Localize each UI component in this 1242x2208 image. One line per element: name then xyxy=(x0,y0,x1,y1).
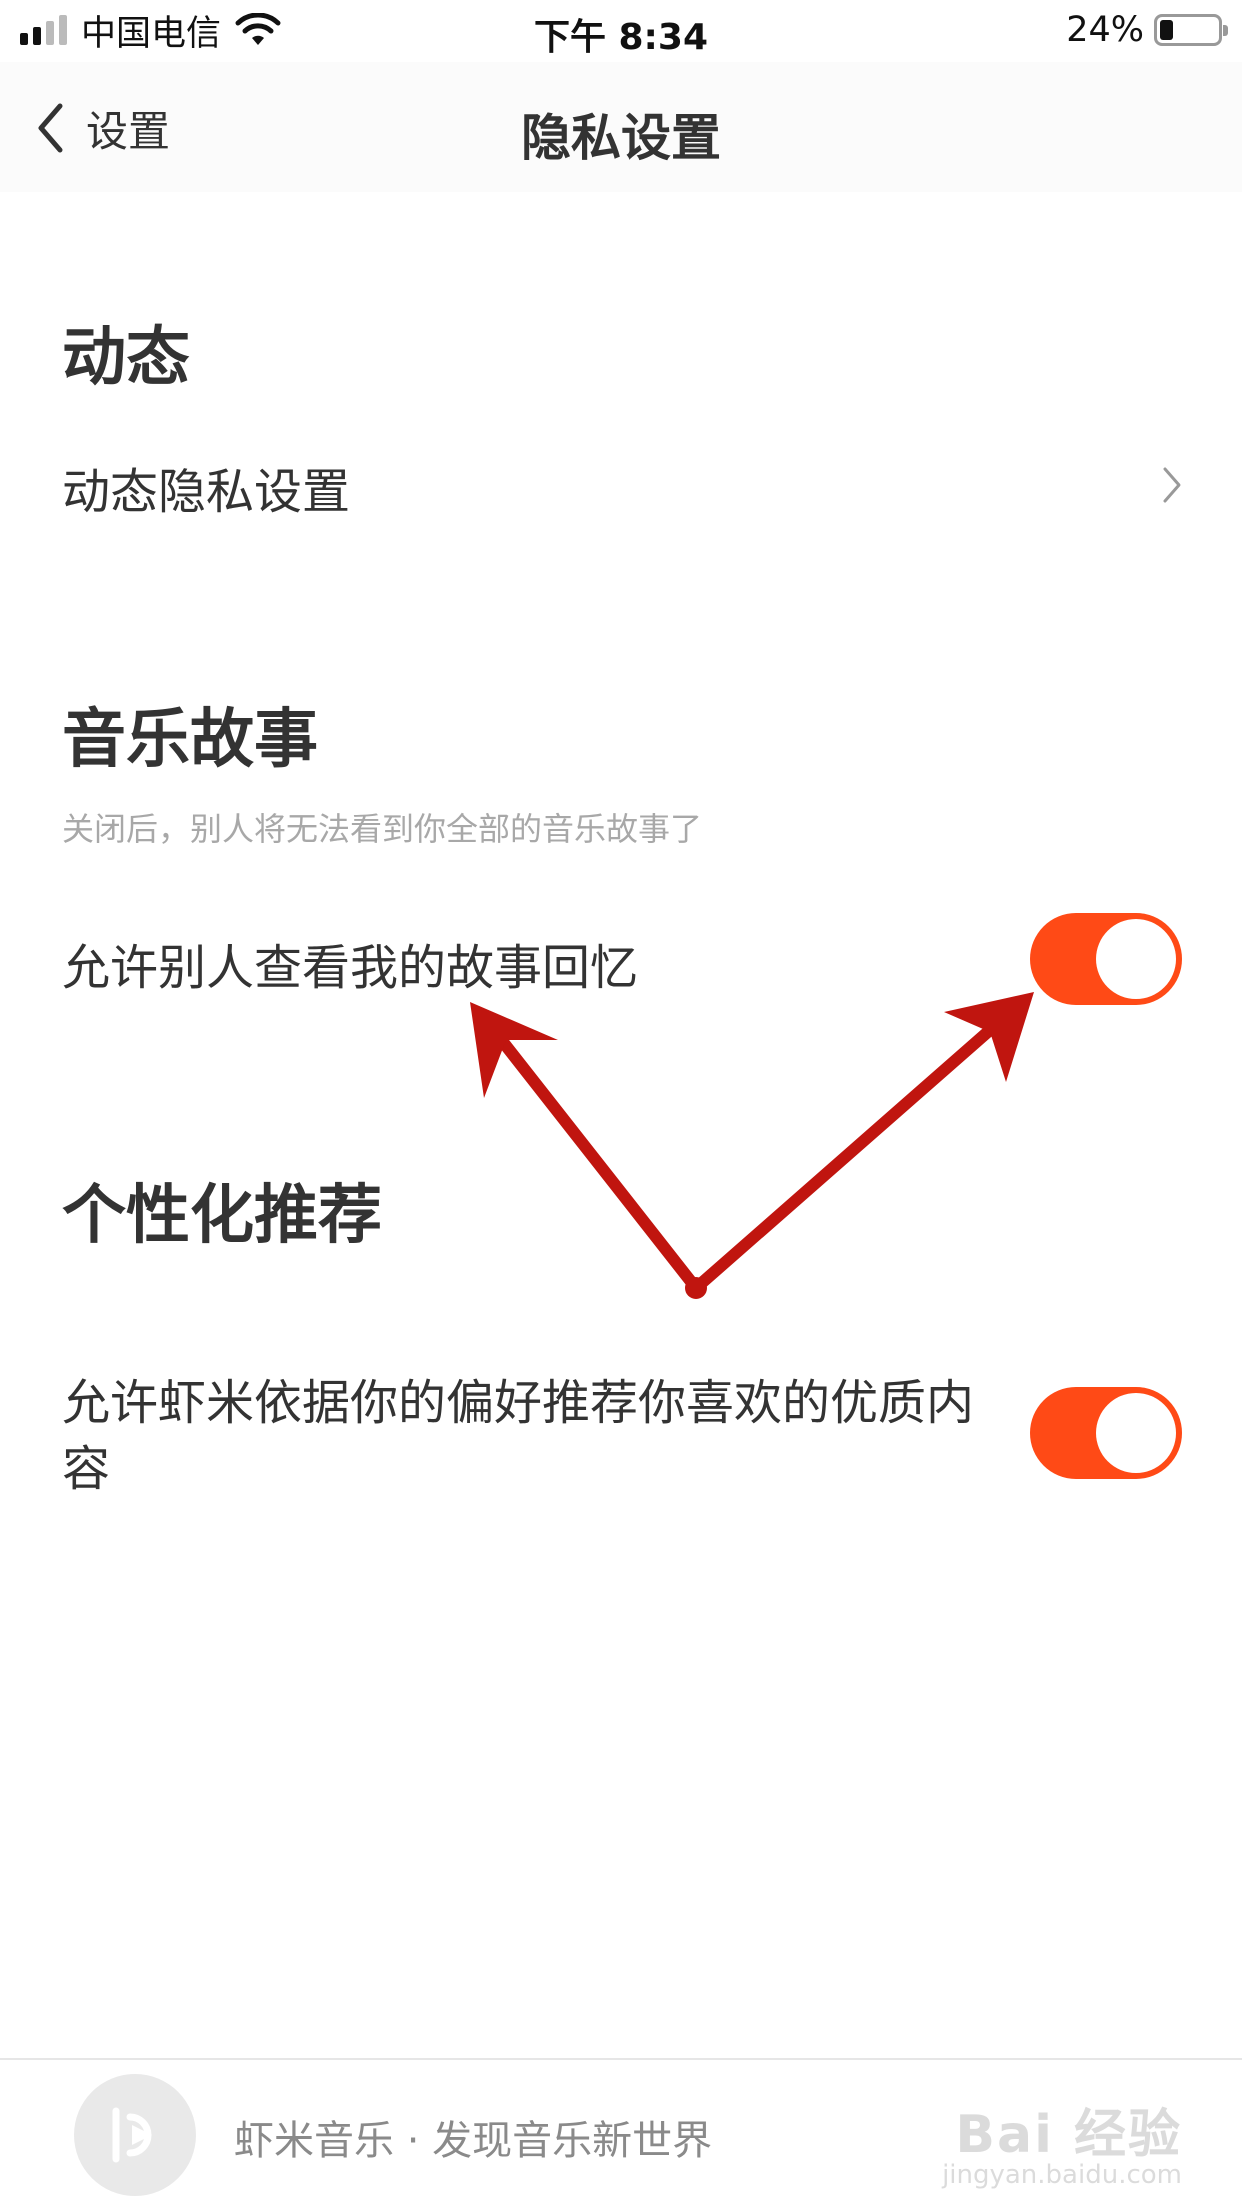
status-bar: 中国电信 下午 8:34 24% xyxy=(0,0,1242,62)
watermark-sub: jingyan.baidu.com xyxy=(942,2160,1182,2190)
page-title: 隐私设置 xyxy=(521,109,721,167)
dynamic-privacy-label: 动态隐私设置 xyxy=(62,464,351,520)
section-title-music-story: 音乐故事 xyxy=(62,703,318,777)
section-title-dynamic: 动态 xyxy=(62,321,190,395)
story-memory-toggle[interactable] xyxy=(1030,913,1182,1005)
battery-level xyxy=(1160,20,1174,40)
mini-player-bar[interactable]: 虾米音乐 · 发现音乐新世界 Bai 经验 jingyan.baidu.com xyxy=(0,2058,1242,2208)
toggle-knob xyxy=(1096,1393,1176,1473)
recommend-toggle-label: 允许虾米依据你的偏好推荐你喜欢的优质内容 xyxy=(62,1375,975,1497)
story-memory-toggle-label: 允许别人查看我的故事回忆 xyxy=(62,940,639,996)
annotation-arrow-right xyxy=(690,992,1034,1294)
annotation-arrow-left xyxy=(470,1002,702,1294)
player-slogan: 虾米音乐 · 发现音乐新世界 xyxy=(234,2118,713,2164)
recommend-toggle[interactable] xyxy=(1030,1387,1182,1479)
status-right: 24% xyxy=(1066,8,1228,52)
toggle-knob xyxy=(1096,919,1176,999)
annotation-origin-dot xyxy=(685,1277,707,1299)
chevron-right-icon xyxy=(1163,467,1181,503)
baidu-jingyan-watermark: Bai 经验 jingyan.baidu.com xyxy=(932,2082,1182,2192)
navigation-bar: 设置 隐私设置 xyxy=(0,62,1242,192)
xiami-logo-glyph xyxy=(112,2107,152,2163)
section-title-recommend: 个性化推荐 xyxy=(62,1179,382,1253)
dynamic-privacy-row[interactable]: 动态隐私设置 xyxy=(0,440,1242,530)
status-time: 下午 8:34 xyxy=(533,17,709,58)
xiami-logo-icon[interactable] xyxy=(74,2074,196,2196)
watermark-main: Bai 经验 xyxy=(955,2105,1182,2165)
battery-percentage: 24% xyxy=(1066,10,1144,50)
music-story-hint: 关闭后，别人将无法看到你全部的音乐故事了 xyxy=(62,810,703,848)
privacy-settings-page: 中国电信 下午 8:34 24% 设置 隐私设置 动态 动态隐私设置 音乐故事 … xyxy=(0,0,1242,2208)
battery-icon xyxy=(1154,14,1228,46)
